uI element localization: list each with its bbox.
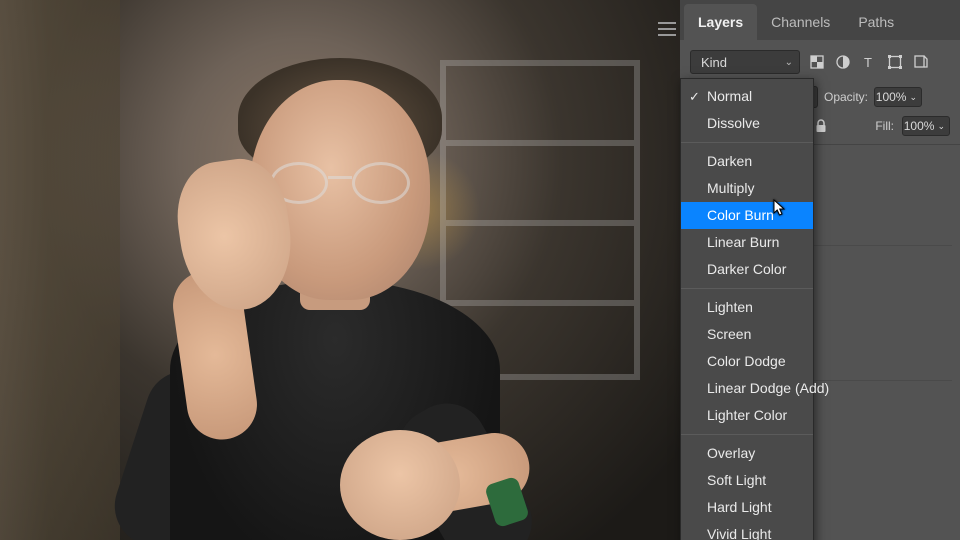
- tutorial-video: [0, 0, 680, 540]
- blend-mode-option[interactable]: Hard Light: [681, 494, 813, 521]
- blend-mode-option-label: Overlay: [707, 445, 755, 461]
- blend-mode-option[interactable]: Linear Dodge (Add): [681, 375, 813, 402]
- blend-mode-option-label: Screen: [707, 326, 751, 342]
- layer-filter-label: Kind: [701, 55, 727, 70]
- blend-mode-option-label: Linear Burn: [707, 234, 779, 250]
- blend-mode-option[interactable]: Screen: [681, 321, 813, 348]
- blend-mode-option[interactable]: Linear Burn: [681, 229, 813, 256]
- blend-mode-option-label: Linear Dodge (Add): [707, 380, 829, 396]
- blend-mode-option-label: Dissolve: [707, 115, 760, 131]
- blend-mode-option[interactable]: Lighter Color: [681, 402, 813, 429]
- layer-filter-select[interactable]: Kind ⌄: [690, 50, 800, 74]
- check-icon: ✓: [689, 83, 700, 110]
- blend-mode-option-label: Darken: [707, 153, 752, 169]
- fill-label: Fill:: [875, 119, 894, 133]
- chevron-down-icon: ⌄: [937, 121, 945, 132]
- filter-shape-icon[interactable]: [886, 53, 904, 71]
- blend-mode-option[interactable]: Lighten: [681, 294, 813, 321]
- filter-smartobject-icon[interactable]: [912, 53, 930, 71]
- opacity-input[interactable]: 100%⌄: [874, 87, 922, 107]
- blend-mode-option[interactable]: Multiply: [681, 175, 813, 202]
- blend-mode-option-label: Normal: [707, 88, 752, 104]
- tab-layers[interactable]: Layers: [684, 4, 757, 40]
- tab-paths[interactable]: Paths: [844, 4, 908, 40]
- chevron-down-icon: ⌄: [909, 92, 917, 103]
- blend-mode-option[interactable]: Darken: [681, 148, 813, 175]
- blend-mode-option[interactable]: Overlay: [681, 440, 813, 467]
- chevron-down-icon: ⌄: [785, 57, 793, 68]
- svg-text:T: T: [864, 55, 872, 70]
- blend-mode-option[interactable]: Color Burn: [681, 202, 813, 229]
- dropdown-separator: [681, 434, 813, 435]
- blend-mode-option-label: Color Burn: [707, 207, 774, 223]
- panel-tabs: Layers Channels Paths: [680, 0, 960, 40]
- blend-mode-option[interactable]: Vivid Light: [681, 521, 813, 540]
- blend-mode-option[interactable]: Dissolve: [681, 110, 813, 137]
- blend-mode-option-label: Darker Color: [707, 261, 786, 277]
- blend-mode-option-label: Color Dodge: [707, 353, 786, 369]
- filter-pixel-icon[interactable]: [808, 53, 826, 71]
- panel-menu-icon[interactable]: [658, 22, 676, 36]
- dropdown-separator: [681, 142, 813, 143]
- blend-mode-option[interactable]: Soft Light: [681, 467, 813, 494]
- blend-mode-option-label: Soft Light: [707, 472, 766, 488]
- lock-icon[interactable]: [813, 118, 829, 134]
- blend-mode-option-label: Hard Light: [707, 499, 772, 515]
- opacity-label: Opacity:: [824, 90, 868, 104]
- layers-panel: Layers Channels Paths Kind ⌄ T ⌄ Opacity…: [680, 0, 960, 540]
- tab-channels[interactable]: Channels: [757, 4, 844, 40]
- blend-mode-option-label: Lighten: [707, 299, 753, 315]
- dropdown-separator: [681, 288, 813, 289]
- fill-input[interactable]: 100%⌄: [902, 116, 950, 136]
- blend-mode-dropdown[interactable]: ✓ Normal Dissolve Darken Multiply Color Burn L…: [680, 78, 814, 540]
- filter-type-icon[interactable]: T: [860, 53, 878, 71]
- blend-mode-option[interactable]: Color Dodge: [681, 348, 813, 375]
- blend-mode-option-label: Multiply: [707, 180, 754, 196]
- blend-mode-option[interactable]: ✓ Normal: [681, 83, 813, 110]
- blend-mode-option[interactable]: Darker Color: [681, 256, 813, 283]
- filter-adjustment-icon[interactable]: [834, 53, 852, 71]
- blend-mode-option-label: Vivid Light: [707, 526, 771, 540]
- blend-mode-option-label: Lighter Color: [707, 407, 787, 423]
